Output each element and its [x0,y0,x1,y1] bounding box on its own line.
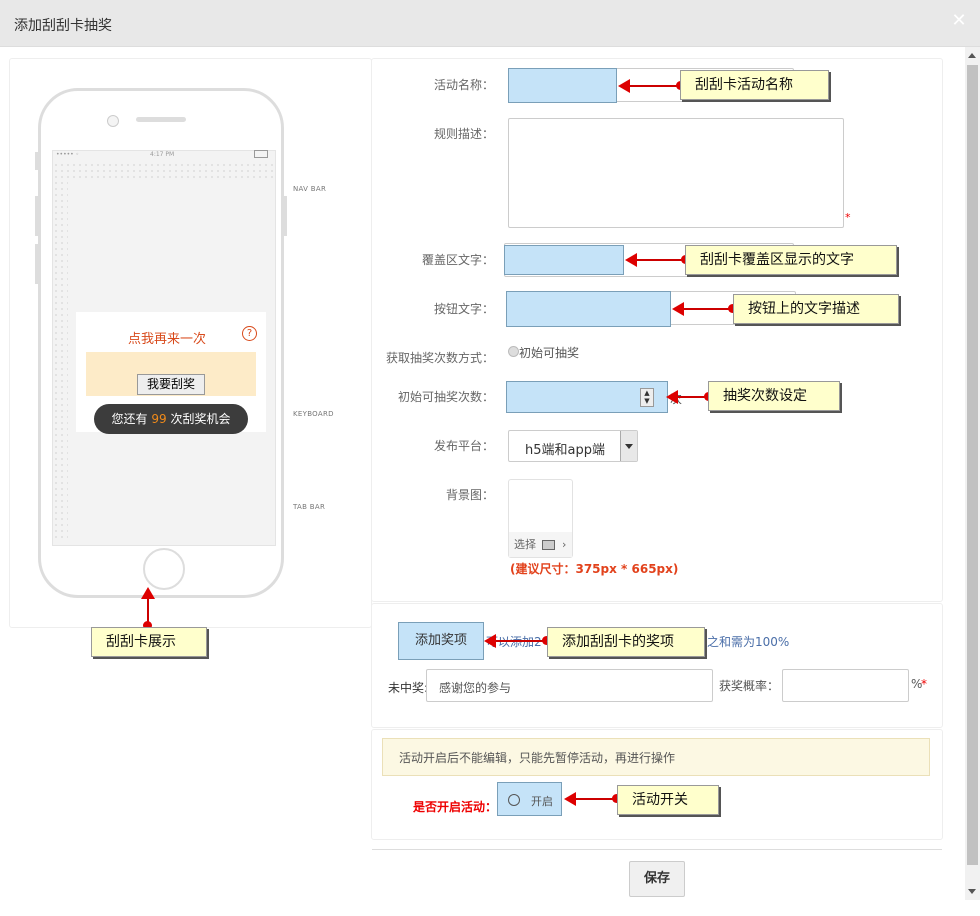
activity-name-label: 活动名称： [433,78,494,92]
activity-notice: 活动开启后不能编辑，只能先暂停活动，再进行操作 [382,738,930,776]
callout-draw-count: 抽奖次数设定 [708,381,840,411]
callout-arrow [625,253,690,267]
background-upload[interactable]: 选择 › [508,479,573,558]
footer-divider [372,849,942,850]
phone-side-button [284,196,287,236]
platform-value: h5端和app端 [525,443,605,458]
dialog-titlebar: 添加刮刮卡抽奖 ✕ [0,0,980,47]
image-icon [542,540,555,550]
callout-arrow [141,587,155,630]
tab-bar-label: TAB BAR [293,503,326,511]
callout-arrow [564,792,621,806]
status-time: 4:17 PM [150,151,175,158]
callout-toggle: 活动开关 [617,785,719,815]
screen-grid [53,162,273,180]
callout-activity-name: 刮刮卡活动名称 [680,70,829,100]
callout-arrow [672,302,737,316]
draw-mode-label: 获取抽奖次数方式： [385,351,494,365]
chevron-down-icon[interactable] [620,431,637,461]
probability-required: * [921,677,927,691]
phone-side-button [35,196,38,236]
no-prize-label: 未中奖: [388,681,429,695]
count-stepper[interactable]: ▲ ▼ [640,388,654,407]
card-title: 点我再来一次 [128,332,207,347]
screen-grid [53,180,68,542]
help-icon[interactable]: ? [242,326,257,341]
add-prize-button[interactable]: 添加奖项 [398,622,484,660]
no-prize-input[interactable]: 感谢您的参与 [426,669,713,702]
scroll-down-icon[interactable] [968,889,976,894]
scrollbar-thumb[interactable] [967,65,978,865]
background-label: 背景图： [445,488,494,502]
toggle-label: 开启 [531,795,553,808]
phone-status-bar: ••••• ◦ 4:17 PM [52,150,274,160]
callout-arrow [666,390,713,404]
callout-arrow [618,79,685,93]
cover-text-highlight [504,245,624,275]
phone-side-button [35,244,38,284]
close-icon[interactable]: ✕ [950,12,968,30]
activity-toggle[interactable]: 开启 [497,782,562,816]
platform-select[interactable]: h5端和app端 [508,430,638,462]
chances-count: 99 [151,412,167,426]
chances-pill: 您还有 99 次刮奖机会 [94,404,248,434]
probability-label: 获奖概率： [719,679,780,693]
dialog-title: 添加刮刮卡抽奖 [14,18,112,34]
cover-text-label: 覆盖区文字： [421,253,494,267]
draw-mode-radio[interactable] [508,346,519,357]
save-button[interactable]: 保存 [629,861,685,897]
phone-side-button [35,152,38,170]
background-select-bar[interactable]: 选择 › [509,532,572,557]
draw-mode-option: 初始可抽奖 [519,346,580,360]
probability-input[interactable] [782,669,909,702]
initial-count-label: 初始可抽奖次数： [397,390,494,404]
rules-label: 规则描述： [433,127,494,141]
phone-speaker [136,117,186,122]
phone-home-button [143,548,185,590]
scratch-button[interactable]: 我要刮奖 [137,374,205,395]
chevron-right-icon: › [562,538,567,551]
chances-prefix: 您还有 [111,412,148,426]
chances-suffix: 次刮奖机会 [170,412,231,426]
prize-hint-right: 之和需为100% [707,635,790,649]
button-text-highlight [506,291,671,327]
button-text-label: 按钮文字： [433,302,494,316]
enable-activity-label: 是否开启活动： [413,800,498,814]
background-select-text: 选择 [514,538,536,551]
callout-cover-text: 刮刮卡覆盖区显示的文字 [685,245,897,275]
activity-name-highlight [508,68,617,103]
signal-icon: ••••• ◦ [56,151,80,158]
nav-bar-label: NAV BAR [293,185,327,193]
rules-required: * [845,211,851,224]
callout-arrow [484,634,551,648]
phone-camera [107,115,119,127]
scroll-up-icon[interactable] [968,53,976,58]
battery-icon [254,150,268,158]
toggle-radio-icon [508,794,520,806]
callout-preview: 刮刮卡展示 [91,627,207,657]
callout-button-text: 按钮上的文字描述 [733,294,899,324]
vertical-scrollbar[interactable] [965,47,980,900]
platform-label: 发布平台： [433,439,494,453]
no-prize-value: 感谢您的参与 [439,681,512,695]
size-hint: (建议尺寸：375px * 665px) [510,562,679,576]
callout-add-prize: 添加刮刮卡的奖项 [547,627,705,657]
rules-textarea[interactable] [508,118,844,228]
keyboard-label: KEYBOARD [293,410,334,418]
